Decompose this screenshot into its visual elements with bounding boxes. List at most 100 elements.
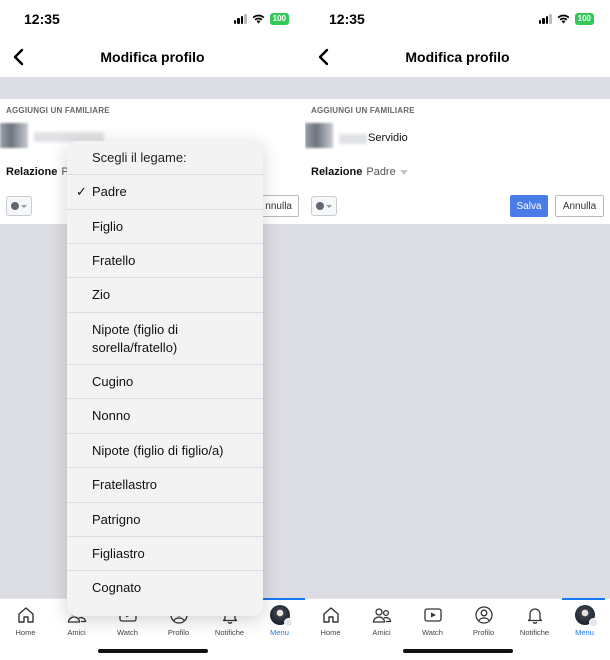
tab-watch[interactable]: Watch: [407, 605, 458, 641]
battery-icon: 100: [269, 13, 289, 25]
tab-profile[interactable]: Profilo: [458, 605, 509, 641]
member-name: Servidio: [368, 132, 408, 144]
picker-option-label: Fratellastro: [92, 477, 158, 492]
picker-option-label: Nonno: [92, 408, 131, 423]
relation-label: Relazione: [311, 166, 363, 178]
relation-label: Relazione: [6, 166, 58, 178]
avatar-icon: [269, 605, 293, 627]
picker-option-label: Zio: [92, 287, 111, 302]
tab-label: Amici: [372, 628, 391, 637]
nav-bar: Modifica profilo: [0, 40, 305, 76]
picker-option-figliastro[interactable]: Figliastro: [67, 537, 263, 571]
menu-badge-icon: [283, 618, 293, 627]
status-bar: 12:35 100: [305, 0, 610, 40]
member-avatar: [305, 123, 333, 148]
picker-option-label: Figliastro: [92, 545, 145, 561]
friends-icon: [372, 608, 391, 623]
tab-label: Notifiche: [214, 628, 245, 637]
checkmark-icon: ✓: [76, 184, 87, 199]
member-avatar: [0, 123, 28, 148]
picker-option-nipote-sorella[interactable]: Nipote (figlio di sorella/fratello): [67, 313, 263, 365]
picker-option-label: Cognato: [92, 580, 142, 595]
status-time: 12:35: [329, 11, 365, 27]
caret-down-icon: [399, 169, 408, 175]
avatar-icon: [574, 605, 598, 627]
picker-option-fratello[interactable]: Fratello: [67, 244, 263, 278]
picker-option-fratellastro[interactable]: Fratellastro: [67, 468, 263, 503]
globe-icon: [316, 202, 324, 210]
tab-menu[interactable]: Menu: [559, 605, 610, 641]
picker-option-cugino[interactable]: Cugino: [67, 365, 263, 399]
family-card: AGGIUNGI UN FAMILIARE Servidio Relazione…: [305, 99, 610, 224]
wifi-icon: [557, 14, 570, 24]
tab-label: Menu: [575, 628, 594, 637]
left-screen: 12:35 100 Modifica profilo AGGIUNGI UN F…: [0, 0, 305, 660]
tab-label: Notifiche: [519, 628, 550, 637]
section-title: AGGIUNGI UN FAMILIARE: [6, 106, 110, 115]
caret-down-icon: [326, 204, 332, 208]
battery-icon: 100: [574, 13, 594, 25]
picker-option-label: Figlio: [92, 218, 124, 234]
home-indicator: [97, 649, 208, 653]
picker-option-label: Fratello: [92, 252, 136, 268]
member-name-blurred: [339, 134, 367, 144]
save-button[interactable]: Salva: [510, 195, 548, 217]
tab-home[interactable]: Home: [305, 605, 356, 641]
tab-label: Profilo: [167, 628, 190, 637]
tab-label: Amici: [67, 628, 86, 637]
tab-label: Menu: [270, 628, 289, 637]
picker-option-label: Nipote (figlio di figlio/a): [92, 442, 224, 458]
nav-bar: Modifica profilo: [305, 40, 610, 76]
tab-friends[interactable]: Amici: [356, 605, 407, 641]
status-bar: 12:35 100: [0, 0, 305, 40]
signal-icon: [233, 14, 247, 24]
picker-option-label: Patrigno: [92, 511, 141, 527]
content-area: AGGIUNGI UN FAMILIARE Servidio Relazione…: [305, 77, 610, 660]
profile-icon: [474, 606, 493, 624]
globe-icon: [11, 202, 19, 210]
caret-down-icon: [21, 204, 27, 208]
picker-option-padre[interactable]: ✓ Padre: [67, 175, 263, 210]
tab-home[interactable]: Home: [0, 605, 51, 641]
privacy-selector[interactable]: [6, 196, 32, 216]
tab-notifications[interactable]: Notifiche: [509, 605, 560, 641]
tab-bar: Home Amici Watch Profilo Notifiche Menu: [305, 598, 610, 660]
section-title: AGGIUNGI UN FAMILIARE: [311, 106, 415, 115]
wifi-icon: [252, 14, 265, 24]
picker-option-label: Padre: [92, 184, 127, 199]
privacy-selector[interactable]: [311, 196, 337, 216]
cancel-button[interactable]: Annulla: [555, 195, 604, 217]
picker-option-label: Nipote (figlio di sorella/fratello): [92, 321, 178, 355]
picker-title: Scegli il legame:: [67, 141, 263, 175]
page-title: Modifica profilo: [405, 49, 510, 65]
tab-label: Home: [15, 628, 36, 637]
page-title: Modifica profilo: [100, 49, 205, 65]
status-icons: 100: [233, 13, 289, 25]
status-icons: 100: [538, 13, 594, 25]
relation-row[interactable]: Relazione Padre: [311, 166, 408, 178]
picker-option-nonno[interactable]: Nonno: [67, 399, 263, 434]
signal-icon: [538, 14, 552, 24]
watch-icon: [423, 608, 442, 622]
active-tab-indicator: [562, 598, 605, 600]
home-icon: [17, 607, 34, 623]
picker-option-label: Cugino: [92, 373, 134, 389]
picker-option-cognato[interactable]: Cognato: [67, 571, 263, 605]
tab-label: Watch: [117, 628, 138, 637]
picker-option-zio[interactable]: Zio: [67, 278, 263, 313]
menu-badge-icon: [588, 618, 598, 627]
home-indicator: [402, 649, 513, 653]
right-screen: 12:35 100 Modifica profilo AGGIUNGI UN F…: [305, 0, 610, 660]
tab-label: Profilo: [472, 628, 495, 637]
relation-picker-menu: Scegli il legame: ✓ Padre Figlio Fratell…: [67, 141, 263, 616]
bell-icon: [527, 608, 542, 624]
tab-label: Watch: [422, 628, 443, 637]
picker-option-figlio[interactable]: Figlio: [67, 210, 263, 244]
relation-row[interactable]: Relazione P: [6, 166, 69, 178]
status-time: 12:35: [24, 11, 60, 27]
relation-value: Padre: [366, 166, 396, 178]
home-icon: [322, 607, 339, 623]
picker-option-patrigno[interactable]: Patrigno: [67, 503, 263, 537]
picker-option-nipote-figlio[interactable]: Nipote (figlio di figlio/a): [67, 434, 263, 468]
active-tab-indicator: [262, 598, 305, 600]
